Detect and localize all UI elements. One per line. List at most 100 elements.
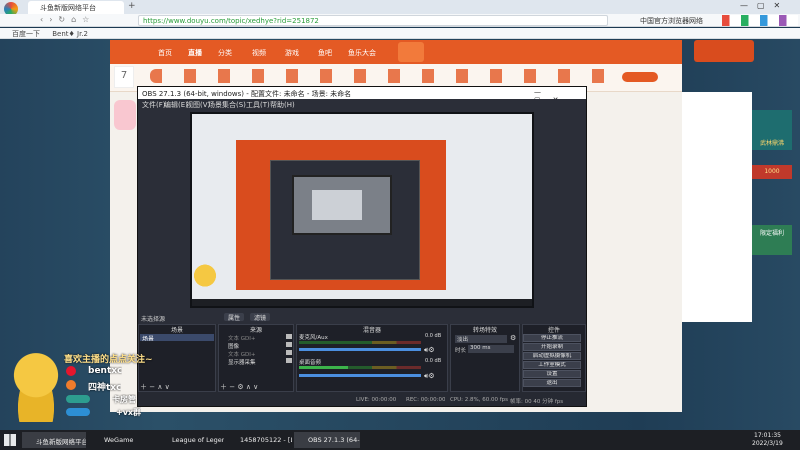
scene-toolbar[interactable]: ＋ − ∧ ∨	[140, 382, 214, 391]
preview-nested-inner	[312, 190, 362, 220]
transitions-header: 转场特效	[472, 327, 497, 334]
right-card[interactable]: 武林鼎沸	[752, 110, 792, 150]
nav-buttons[interactable]: ‹›↻⌂☆	[40, 15, 130, 26]
studio-mode-button[interactable]: 工作室模式	[523, 361, 581, 369]
taskbar-item[interactable]: 斗鱼新版网络平台	[22, 432, 86, 448]
source-toolbar[interactable]: ＋ − ⚙ ∧ ∨	[220, 382, 292, 391]
right-card-label: 武林鼎沸	[759, 140, 784, 147]
mute-icon[interactable]: 🔊︎⚙	[424, 346, 435, 355]
mixer-track-name: 桌面音频	[299, 360, 322, 366]
start-icon[interactable]	[4, 434, 16, 446]
browser-tab[interactable]: 斗鱼新版网络平台	[28, 1, 124, 14]
volume-slider[interactable]	[299, 348, 421, 351]
bookmark-item[interactable]: 百度一下	[12, 30, 40, 38]
overlay-badge-1: 卡房管	[112, 395, 136, 404]
psyduck-mascot	[8, 350, 64, 422]
settings-button[interactable]: 设置	[523, 370, 581, 378]
controls-header: 控件	[547, 327, 560, 334]
douyu-icon	[66, 380, 76, 390]
clock-date: 2022/3/19	[752, 440, 783, 447]
address-bar[interactable]: https://www.douyu.com/topic/xedhye?rid=2…	[138, 15, 608, 26]
stop-streaming-button[interactable]: 停止推流	[523, 334, 581, 342]
taskbar-item-label: 斗鱼新版网络平台	[36, 438, 86, 446]
status-rec: REC: 00:00:00	[406, 397, 446, 403]
url-text: https://www.douyu.com/topic/xedhye?rid=2…	[143, 17, 319, 25]
right-card[interactable]: 1000	[752, 165, 792, 179]
overlay-badge-2: +vx群	[116, 408, 142, 417]
duration-label: 时长	[455, 348, 467, 354]
mixer-track-db: 0.0 dB	[425, 358, 442, 364]
obs-menu-scenes[interactable]: 场景集合(S)	[208, 100, 246, 110]
scenes-header: 场景	[170, 327, 183, 334]
overlay-name-1: bentxc	[88, 366, 123, 376]
mixer-track-db: 0.0 dB	[425, 333, 442, 339]
gift-icons-row[interactable]	[150, 69, 610, 83]
bookmark-item[interactable]: Bent♦ Jr.2	[52, 30, 88, 38]
source-visibility-icons[interactable]	[286, 334, 292, 364]
nav-live[interactable]: 直播	[188, 48, 202, 58]
duration-field[interactable]: 300 ms	[468, 345, 514, 353]
taskbar-item[interactable]: WeGame	[90, 432, 156, 448]
start-recording-button[interactable]: 开始录制	[523, 343, 581, 351]
source-properties-button[interactable]: 属性	[224, 313, 244, 322]
nav-category[interactable]: 分类	[218, 48, 232, 58]
obs-statusbar: LIVE: 00:00:00 REC: 00:00:00 CPU: 2.8%, …	[138, 396, 586, 406]
obs-window-controls[interactable]: —▢✕	[534, 88, 584, 104]
badge-pill	[66, 408, 90, 416]
taskbar-item-label: OBS 27.1.3 (64-bi...	[308, 436, 360, 444]
taskbar-item-label: WeGame	[104, 436, 134, 444]
right-panel	[682, 92, 752, 322]
overlay-name-2: 四神txc	[88, 383, 122, 393]
exit-button[interactable]: 退出	[523, 379, 581, 387]
nav-video[interactable]: 视频	[252, 48, 266, 58]
nav-event[interactable]: 鱼乐大会	[348, 48, 376, 58]
transition-select[interactable]: 淡出	[455, 335, 507, 343]
security-note: 中国官方浏览器网络	[640, 17, 703, 25]
obs-menu-view[interactable]: 视图(V)	[186, 100, 210, 110]
volume-slider[interactable]	[299, 374, 421, 377]
status-cpu: CPU: 2.8%, 60.00 fps	[450, 397, 509, 403]
nav-forum[interactable]: 鱼吧	[318, 48, 332, 58]
source-item[interactable]: 文本 GDI+	[228, 350, 276, 358]
right-card[interactable]: 限定福利	[752, 225, 792, 255]
obs-menu-edit[interactable]: 编辑(E)	[164, 100, 188, 110]
taskbar-item[interactable]: 1458705122 - [LOL...	[226, 432, 292, 448]
obs-title: OBS 27.1.3 (64-bit, windows) - 配置文件: 未命名…	[142, 90, 352, 98]
site-logo	[694, 40, 754, 62]
scene-item[interactable]: 场景	[140, 334, 214, 341]
status-frames: 帧率: 00 40 分钟 fps	[510, 399, 564, 405]
mute-icon[interactable]: 🔊︎⚙	[424, 372, 435, 381]
taskbar-item-label: 1458705122 - [LOL...	[240, 436, 292, 444]
transition-settings-icon[interactable]: ⚙	[510, 334, 516, 342]
window-controls[interactable]: —▢✕	[740, 1, 798, 13]
source-item[interactable]: 文本 GDI+	[228, 334, 276, 342]
anchor-avatar	[114, 100, 136, 130]
filters-label: 滤镜	[253, 315, 266, 322]
rank-badge: 7	[114, 66, 134, 88]
new-tab-button[interactable]: +	[128, 1, 138, 13]
taskbar-item[interactable]: OBS 27.1.3 (64-bi...	[294, 432, 360, 448]
clock-time: 17:01:35	[754, 432, 781, 439]
taskbar-item[interactable]: League of Legends	[158, 432, 224, 448]
bookmarks-bar: 百度一下 Bent♦ Jr.2	[0, 28, 800, 39]
follow-text: 喜欢主播的点点关注~	[64, 355, 153, 365]
status-live: LIVE: 00:00:00	[356, 397, 397, 403]
source-filters-button[interactable]: 滤镜	[250, 313, 270, 322]
virtual-camera-button[interactable]: 启动虚拟摄像机	[523, 352, 581, 360]
source-item[interactable]: 图像	[228, 342, 276, 350]
nav-home[interactable]: 首页	[158, 48, 172, 58]
obs-menu-file[interactable]: 文件(F)	[142, 100, 166, 110]
rank-value: 7	[120, 70, 128, 81]
toolbar-icons[interactable]	[722, 15, 798, 26]
obs-menubar: 文件(F) 编辑(E) 视图(V) 场景集合(S) 工具(T) 帮助(H)	[138, 99, 586, 110]
obs-menu-tools[interactable]: 工具(T)	[246, 100, 270, 110]
nav-game[interactable]: 游戏	[285, 48, 299, 58]
pc-client-button[interactable]	[622, 72, 658, 82]
source-item[interactable]: 显示器采集	[228, 358, 276, 366]
preview-taskbar	[192, 299, 532, 306]
taskbar-item-label: League of Legends	[172, 436, 224, 444]
preview-mascot	[192, 262, 218, 296]
site-login-button[interactable]	[398, 42, 424, 62]
obs-menu-help[interactable]: 帮助(H)	[270, 100, 295, 110]
props-label: 属性	[227, 315, 240, 322]
